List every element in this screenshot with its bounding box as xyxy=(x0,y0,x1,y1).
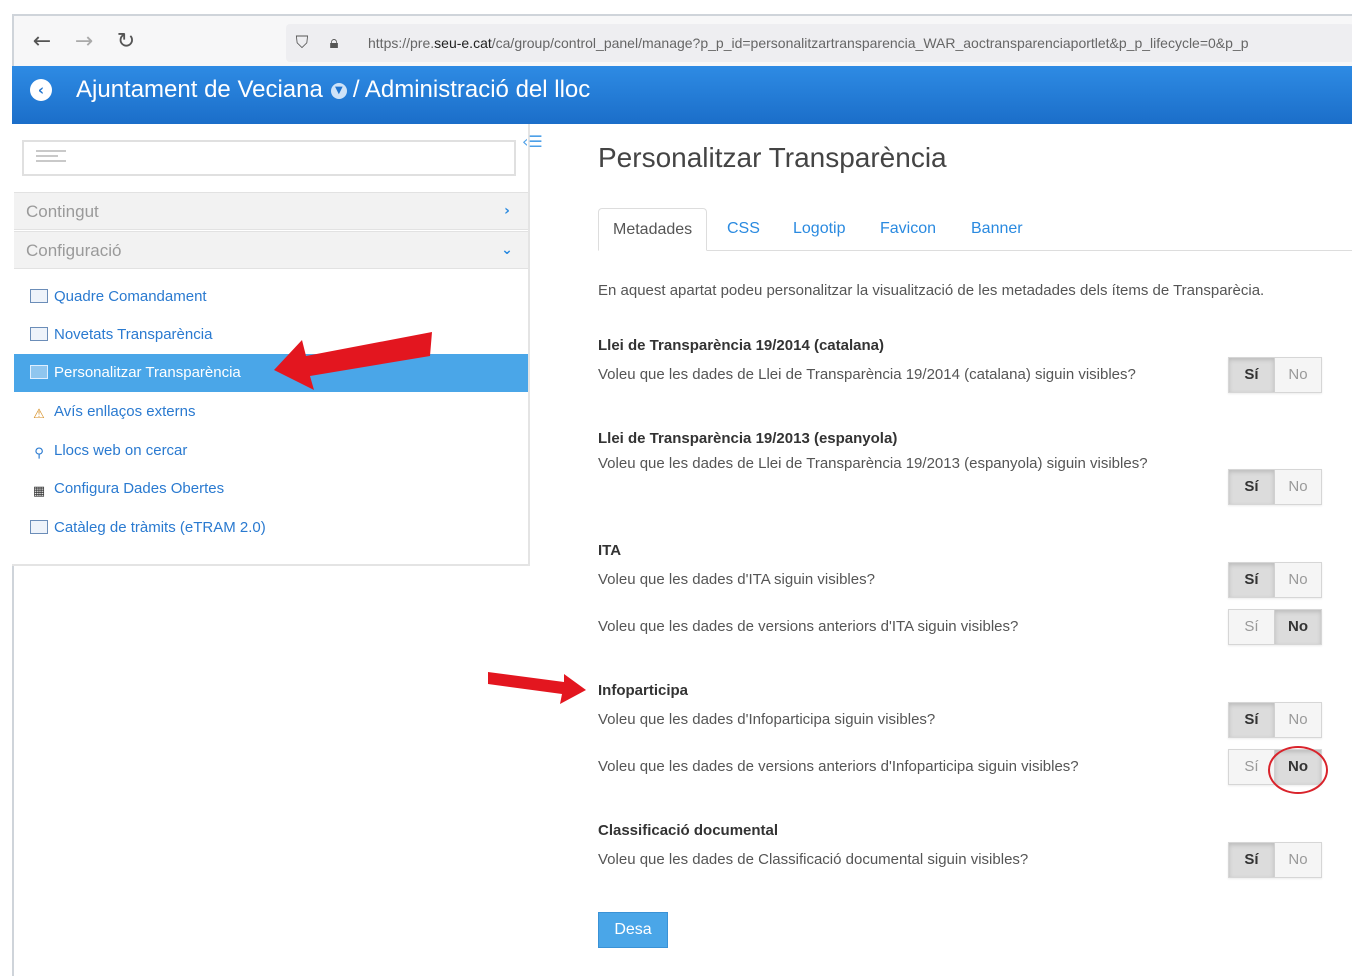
panel-configuracio[interactable]: Configuració ⌄ xyxy=(14,231,528,269)
save-button[interactable]: Desa xyxy=(598,912,668,948)
question-infoparticipa-anteriors: Voleu que les dades de versions anterior… xyxy=(598,758,1079,775)
tab-favicon[interactable]: Favicon xyxy=(880,208,936,251)
site-name[interactable]: Ajuntament de Veciana xyxy=(76,76,323,103)
toggle-yes-button[interactable]: Sí xyxy=(1229,470,1275,504)
sidebar-item-label: Llocs web on cercar xyxy=(54,442,188,459)
lock-icon[interactable]: 🔒︎ xyxy=(324,33,344,53)
document-icon xyxy=(30,520,48,534)
section-title-llei-catalana: Llei de Transparència 19/2014 (catalana) xyxy=(598,337,884,354)
toggle-llei-espanyola: Sí No xyxy=(1228,469,1322,505)
sidebar-item-cataleg-tramits[interactable]: Catàleg de tràmits (eTRAM 2.0) xyxy=(14,509,528,547)
sidebar-search-input[interactable] xyxy=(22,140,516,176)
sidebar-item-quadre-comandament[interactable]: Quadre Comandament xyxy=(14,278,528,316)
sidebar-item-label: Personalitzar Transparència xyxy=(54,364,241,381)
address-bar[interactable]: ⛉ 🔒︎ https://pre.seu-e.cat/ca/group/cont… xyxy=(286,24,1352,62)
search-icon: ⚲ xyxy=(34,446,44,461)
settings-panel-icon xyxy=(30,365,48,379)
question-llei-catalana: Voleu que les dades de Llei de Transparè… xyxy=(598,366,1136,383)
grid-icon: ▦ xyxy=(32,484,46,499)
list-icon xyxy=(36,150,66,168)
panel-label: Contingut xyxy=(26,202,99,221)
toggle-no-button[interactable]: No xyxy=(1275,358,1321,392)
section-title-llei-espanyola: Llei de Transparència 19/2013 (espanyola… xyxy=(598,430,898,447)
toggle-no-button[interactable]: No xyxy=(1275,563,1321,597)
toggle-ita-anteriors: Sí No xyxy=(1228,609,1322,645)
chevron-down-icon: ⌄ xyxy=(501,242,513,258)
section-title-infoparticipa: Infoparticipa xyxy=(598,682,689,699)
warning-link-icon: ⚠ xyxy=(33,407,45,422)
toggle-no-button[interactable]: No xyxy=(1275,470,1321,504)
sidebar-item-label: Configura Dades Obertes xyxy=(54,480,225,497)
app-header: ‹ Ajuntament de Veciana ▼ / Administració … xyxy=(12,66,1352,124)
question-llei-espanyola: Voleu que les dades de Llei de Transparè… xyxy=(598,455,1148,472)
sidebar-item-dades-obertes[interactable]: ▦ Configura Dades Obertes xyxy=(14,470,528,508)
toggle-yes-button[interactable]: Sí xyxy=(1229,703,1275,737)
sidebar-item-llocs-web[interactable]: ⚲ Llocs web on cercar xyxy=(14,432,528,470)
toggle-yes-button[interactable]: Sí xyxy=(1229,843,1275,877)
toggle-yes-button[interactable]: Sí xyxy=(1229,610,1275,644)
toggle-no-button[interactable]: No xyxy=(1275,703,1321,737)
annotation-arrow-infoparticipa xyxy=(488,672,586,704)
question-ita: Voleu que les dades d'ITA siguin visible… xyxy=(598,571,875,588)
url-text[interactable]: https://pre.seu-e.cat/ca/group/control_p… xyxy=(368,35,1352,51)
panel-contingut[interactable]: Contingut › xyxy=(14,192,528,230)
page-title: Personalitzar Transparència xyxy=(598,142,947,173)
chevron-right-icon: › xyxy=(504,203,510,219)
section-title-classificacio: Classificació documental xyxy=(598,822,779,839)
sidebar-item-avis-enllacos[interactable]: ⚠ Avís enllaços externs xyxy=(14,393,528,431)
question-infoparticipa: Voleu que les dades d'Infoparticipa sigu… xyxy=(598,711,936,728)
toggle-yes-button[interactable]: Sí xyxy=(1229,563,1275,597)
toggle-no-button[interactable]: No xyxy=(1275,843,1321,877)
section-title-ita: ITA xyxy=(598,542,622,559)
sidebar-item-label: Quadre Comandament xyxy=(54,288,207,305)
reload-icon[interactable]: ↻ xyxy=(114,30,138,54)
collapse-sidebar-icon[interactable]: ‹☰ xyxy=(522,132,543,151)
header-title: Ajuntament de Veciana ▼ / Administració de… xyxy=(76,76,590,104)
sidebar-item-label: Avís enllaços externs xyxy=(54,403,196,420)
forward-arrow-icon[interactable]: → xyxy=(72,30,96,54)
toggle-llei-catalana: Sí No xyxy=(1228,357,1322,393)
annotation-circle xyxy=(1268,746,1328,794)
back-arrow-icon[interactable]: ← xyxy=(30,30,54,54)
toggle-ita: Sí No xyxy=(1228,562,1322,598)
tab-metadades[interactable]: Metadades xyxy=(598,208,708,251)
section-name: / Administració del lloc xyxy=(352,76,591,103)
browser-toolbar: ← → ↻ ⛉ 🔒︎ https://pre.seu-e.cat/ca/grou… xyxy=(12,14,1352,68)
back-circle-icon[interactable]: ‹ xyxy=(30,79,52,101)
toggle-no-button[interactable]: No xyxy=(1275,610,1321,644)
sidebar-item-label: Novetats Transparència xyxy=(54,326,213,343)
tab-banner[interactable]: Banner xyxy=(971,208,1023,251)
toggle-classificacio: Sí No xyxy=(1228,842,1322,878)
dashboard-icon xyxy=(30,289,48,303)
question-classificacio: Voleu que les dades de Classificació doc… xyxy=(598,851,1029,868)
question-ita-anteriors: Voleu que les dades de versions anterior… xyxy=(598,618,1019,635)
toggle-infoparticipa: Sí No xyxy=(1228,702,1322,738)
news-icon xyxy=(30,327,48,341)
annotation-arrow-sidebar xyxy=(274,332,432,390)
tab-css[interactable]: CSS xyxy=(727,208,760,251)
site-dropdown-icon[interactable]: ▼ xyxy=(330,82,347,99)
shield-icon[interactable]: ⛉ xyxy=(292,33,312,53)
tab-logotip[interactable]: Logotip xyxy=(793,208,846,251)
sidebar-item-label: Catàleg de tràmits (eTRAM 2.0) xyxy=(54,519,266,536)
panel-label: Configuració xyxy=(26,241,122,260)
toggle-yes-button[interactable]: Sí xyxy=(1229,358,1275,392)
intro-text: En aquest apartat podeu personalitzar la… xyxy=(598,282,1265,299)
